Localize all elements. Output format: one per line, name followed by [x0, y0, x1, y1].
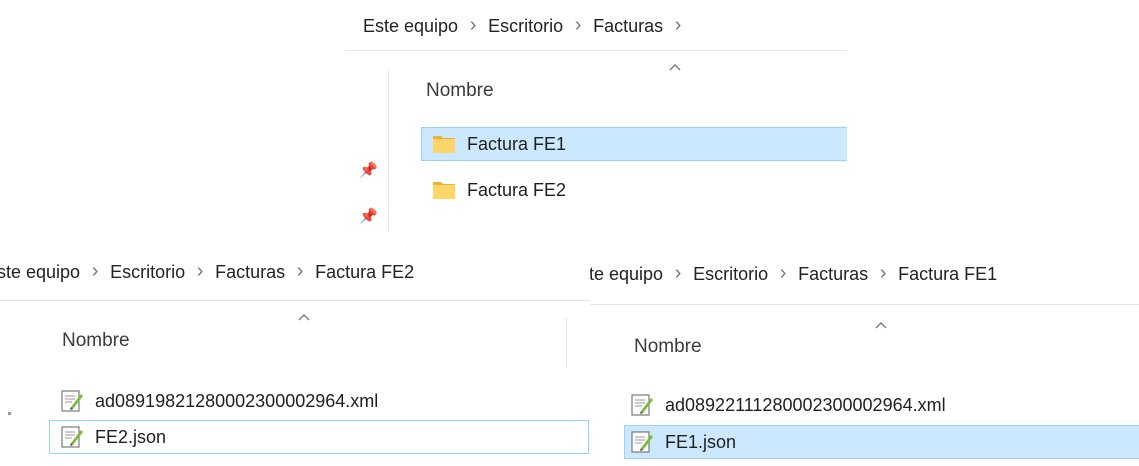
breadcrumb-item-factura-fe2[interactable]: Factura FE2 — [315, 262, 414, 283]
breadcrumb-item-facturas[interactable]: Facturas — [215, 262, 285, 283]
item-name: FE2.json — [95, 426, 167, 447]
breadcrumb-chevron-icon[interactable] — [467, 16, 479, 36]
text-file-icon — [59, 388, 85, 414]
item-name: FE1.json — [665, 431, 737, 452]
sort-ascending-icon — [875, 320, 887, 330]
breadcrumb-chevron-icon[interactable] — [672, 16, 684, 36]
column-divider[interactable] — [566, 318, 567, 368]
item-name: Factura FE2 — [467, 179, 567, 200]
breadcrumb-item-factura-fe1[interactable]: Factura FE1 — [898, 264, 997, 285]
list-item-file[interactable]: ad08922111280002300002964.xml — [624, 388, 1139, 422]
column-header-nombre[interactable]: Nombre — [426, 80, 494, 102]
navigation-pane: 📌 📌 — [345, 52, 389, 232]
breadcrumb-item-este-equipo[interactable]: Este equipo — [363, 16, 458, 37]
breadcrumb-item-este-equipo[interactable]: ste equipo — [0, 262, 80, 283]
column-header-nombre[interactable]: Nombre — [634, 336, 702, 358]
list-item-file[interactable]: FE2.json — [49, 420, 589, 454]
breadcrumb-item-escritorio[interactable]: Escritorio — [110, 262, 185, 283]
breadcrumb-chevron-icon[interactable] — [89, 262, 101, 282]
list-item-file[interactable]: ad08919821280002300002964.xml — [49, 384, 589, 418]
text-file-icon — [59, 424, 85, 450]
sort-ascending-icon — [669, 62, 681, 72]
pin-icon[interactable]: 📌 — [359, 162, 378, 180]
breadcrumb: Este equipo Escritorio Facturas — [363, 0, 847, 52]
explorer-window-factura-fe2: ste equipo Escritorio Facturas Factura F… — [0, 232, 590, 466]
breadcrumb-item-facturas[interactable]: Facturas — [798, 264, 868, 285]
address-bar-divider — [590, 304, 1139, 305]
column-header-nombre[interactable]: Nombre — [62, 330, 130, 352]
navigation-pane-border — [388, 68, 389, 232]
breadcrumb-chevron-icon[interactable] — [672, 264, 684, 284]
address-bar-divider — [345, 50, 847, 51]
address-bar-divider — [0, 300, 590, 301]
nav-tick — [8, 412, 11, 415]
breadcrumb-chevron-icon[interactable] — [294, 262, 306, 282]
item-name: Factura FE1 — [467, 133, 567, 154]
explorer-window-factura-fe1: te equipo Escritorio Facturas Factura FE… — [590, 232, 1139, 466]
explorer-window-facturas: Este equipo Escritorio Facturas 📌 📌 Nomb… — [345, 0, 847, 232]
breadcrumb-item-escritorio[interactable]: Escritorio — [693, 264, 768, 285]
breadcrumb-chevron-icon[interactable] — [877, 264, 889, 284]
pin-icon[interactable]: 📌 — [359, 208, 378, 226]
list-item-folder[interactable]: Factura FE2 — [421, 173, 847, 207]
breadcrumb-item-este-equipo[interactable]: te equipo — [590, 264, 663, 285]
sort-ascending-icon — [298, 312, 310, 322]
breadcrumb-chevron-icon[interactable] — [777, 264, 789, 284]
folder-icon — [431, 131, 457, 157]
list-item-folder[interactable]: Factura FE1 — [421, 127, 847, 161]
breadcrumb-chevron-icon[interactable] — [572, 16, 584, 36]
breadcrumb-item-escritorio[interactable]: Escritorio — [488, 16, 563, 37]
text-file-icon — [629, 392, 655, 418]
text-file-icon — [629, 429, 655, 455]
breadcrumb: te equipo Escritorio Facturas Factura FE… — [590, 248, 1139, 300]
item-name: ad08922111280002300002964.xml — [665, 394, 946, 415]
breadcrumb-item-facturas[interactable]: Facturas — [593, 16, 663, 37]
item-name: ad08919821280002300002964.xml — [95, 390, 379, 411]
breadcrumb-chevron-icon[interactable] — [194, 262, 206, 282]
breadcrumb: ste equipo Escritorio Facturas Factura F… — [0, 246, 590, 298]
list-item-file[interactable]: FE1.json — [624, 425, 1139, 459]
folder-icon — [431, 177, 457, 203]
